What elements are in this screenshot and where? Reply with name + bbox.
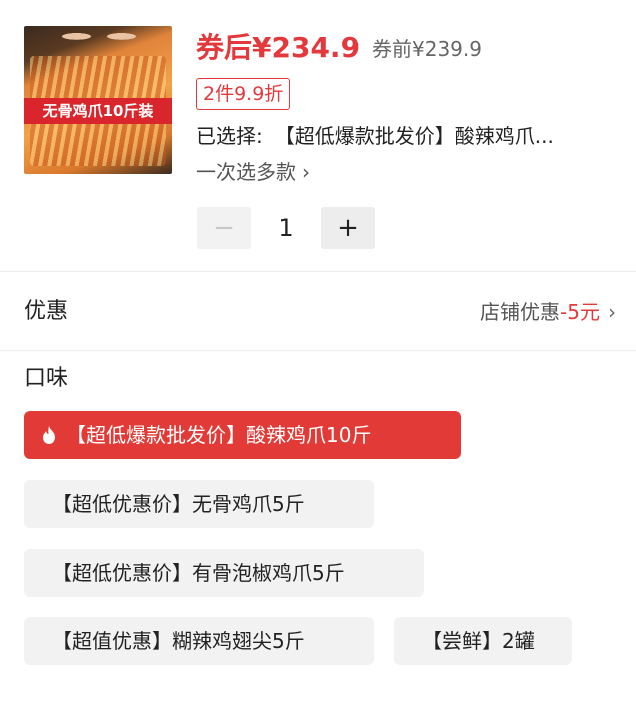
flavor-option-label: 【超低优惠价】有骨泡椒鸡爪5斤 (52, 561, 345, 585)
flavor-option-label: 【超低爆款批发价】酸辣鸡爪10斤 (66, 423, 372, 447)
chevron-right-icon: › (302, 160, 310, 184)
product-thumbnail[interactable]: 无骨鸡爪10斤装 (24, 26, 172, 174)
flavor-option[interactable]: 【超低优惠价】无骨鸡爪5斤 (24, 480, 374, 528)
flavor-option-label: 【尝鲜】2罐 (422, 629, 535, 653)
quantity-minus-button[interactable]: − (197, 207, 251, 249)
store-discount-label: 店铺优惠 (480, 300, 561, 324)
discount-amount: -5元 (560, 300, 600, 324)
promo-tag: 2件9.9折 (196, 78, 291, 110)
selected-variant: 已选择: 【超低爆款批发价】酸辣鸡爪... (196, 122, 616, 150)
chevron-right-icon: › (608, 300, 616, 324)
flavor-option[interactable]: 【超值优惠】糊辣鸡翅尖5斤 (24, 617, 374, 665)
divider (0, 271, 636, 272)
flavor-option-label: 【超值优惠】糊辣鸡翅尖5斤 (52, 629, 305, 653)
image-caption: 无骨鸡爪10斤装 (24, 98, 172, 124)
flame-icon (43, 426, 55, 444)
flavor-option-label: 【超低优惠价】无骨鸡爪5斤 (52, 492, 305, 516)
quantity-plus-button[interactable]: + (321, 207, 375, 249)
multi-select-label: 一次选多款 (196, 160, 296, 184)
divider (0, 350, 636, 351)
selected-value: 【超低爆款批发价】酸辣鸡爪... (274, 124, 554, 148)
flavor-label: 口味 (24, 366, 69, 391)
flavor-option-selected[interactable]: 【超低爆款批发价】酸辣鸡爪10斤 (24, 411, 461, 459)
store-discount-link[interactable]: 店铺优惠-5元 › (480, 297, 616, 327)
multi-select-link[interactable]: 一次选多款 › (196, 158, 310, 186)
selected-label: 已选择: (196, 124, 263, 148)
quantity-value[interactable]: 1 (251, 207, 321, 249)
discount-label: 优惠 (24, 299, 69, 324)
flavor-option[interactable]: 【尝鲜】2罐 (394, 617, 572, 665)
hands-graphic (54, 26, 144, 52)
flavor-option[interactable]: 【超低优惠价】有骨泡椒鸡爪5斤 (24, 549, 424, 597)
price-before-coupon: 券前¥239.9 (372, 37, 482, 61)
price-after-coupon: 券后¥234.9 (196, 31, 361, 64)
